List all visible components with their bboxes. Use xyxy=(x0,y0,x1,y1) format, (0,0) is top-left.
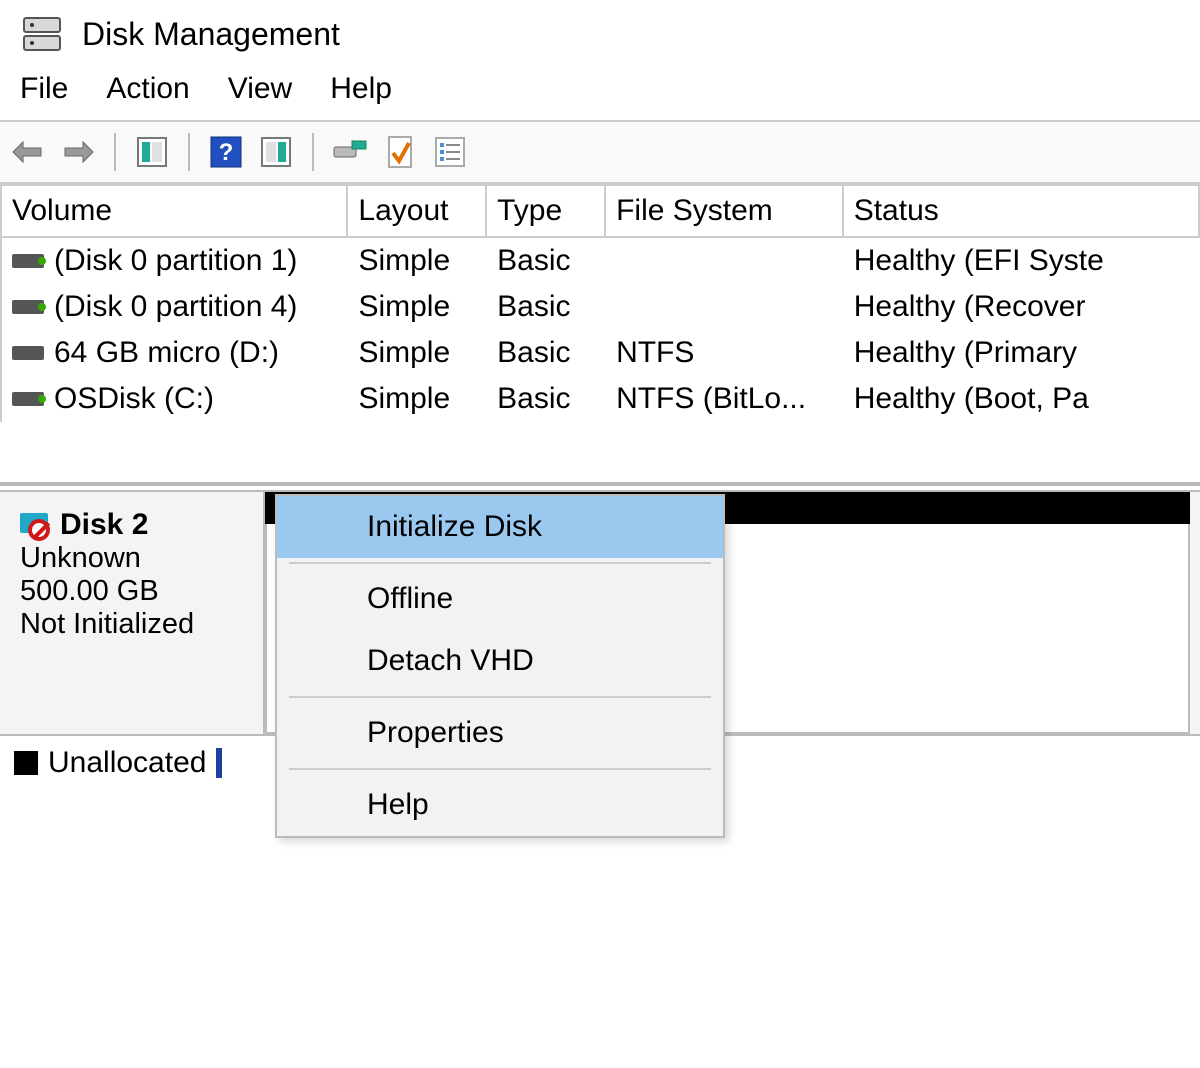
legend-swatch-unallocated xyxy=(14,751,38,775)
disk-name: Disk 2 xyxy=(60,508,148,542)
volume-fs: NTFS xyxy=(606,332,844,374)
volume-row[interactable]: (Disk 0 partition 1) SimpleBasic Healthy (… xyxy=(2,238,1200,284)
volume-type: Basic xyxy=(487,378,606,420)
menu-offline[interactable]: Offline xyxy=(277,568,723,630)
menu-separator xyxy=(289,768,711,770)
disk-state: Not Initialized xyxy=(20,608,253,641)
volume-type: Basic xyxy=(487,286,606,328)
volume-icon xyxy=(12,254,44,268)
show-hide-console-tree-icon[interactable] xyxy=(132,132,172,172)
volume-status: Healthy (Recover xyxy=(844,286,1200,328)
column-headers: Volume Layout Type File System Status xyxy=(2,186,1200,238)
title-bar: Disk Management xyxy=(0,0,1200,64)
menu-action[interactable]: Action xyxy=(106,72,189,106)
legend-swatch-primary xyxy=(216,748,222,778)
menu-detach-vhd[interactable]: Detach VHD xyxy=(277,630,723,692)
column-status[interactable]: Status xyxy=(844,186,1200,238)
menu-view[interactable]: View xyxy=(228,72,292,106)
volume-icon xyxy=(12,346,44,360)
legend-label-unallocated: Unallocated xyxy=(48,746,206,780)
menu-file[interactable]: File xyxy=(20,72,68,106)
menu-separator xyxy=(289,562,711,564)
volume-icon xyxy=(12,300,44,314)
volume-status: Healthy (Boot, Pa xyxy=(844,378,1200,420)
menu-separator xyxy=(289,696,711,698)
forward-button[interactable] xyxy=(58,132,98,172)
menu-properties[interactable]: Properties xyxy=(277,702,723,764)
menu-help[interactable]: Help xyxy=(277,774,723,836)
disk-size: 500.00 GB xyxy=(20,575,253,608)
volume-fs xyxy=(606,286,844,328)
window-title: Disk Management xyxy=(82,16,340,53)
menu-help[interactable]: Help xyxy=(330,72,392,106)
rescan-disks-icon[interactable] xyxy=(380,132,420,172)
volume-fs: NTFS (BitLo... xyxy=(606,378,844,420)
column-volume[interactable]: Volume xyxy=(2,186,348,238)
volume-row[interactable]: (Disk 0 partition 4) SimpleBasic Healthy (… xyxy=(2,284,1200,330)
disk-panel[interactable]: Disk 2 Unknown 500.00 GB Not Initialized… xyxy=(0,490,1200,734)
refresh-icon[interactable] xyxy=(330,132,370,172)
volume-icon xyxy=(12,392,44,406)
volume-layout: Simple xyxy=(348,286,487,328)
toolbar-separator xyxy=(114,133,116,171)
volume-type: Basic xyxy=(487,240,606,282)
volume-name: (Disk 0 partition 4) xyxy=(54,290,297,324)
volume-layout: Simple xyxy=(348,378,487,420)
back-button[interactable] xyxy=(8,132,48,172)
disk-graphic-pane: Disk 2 Unknown 500.00 GB Not Initialized… xyxy=(0,482,1200,790)
volume-name: (Disk 0 partition 1) xyxy=(54,244,297,278)
volume-name: 64 GB micro (D:) xyxy=(54,336,279,370)
volume-layout: Simple xyxy=(348,240,487,282)
volume-list: Volume Layout Type File System Status (D… xyxy=(0,184,1200,422)
disk-not-initialized-icon xyxy=(20,513,54,537)
toolbar-separator xyxy=(312,133,314,171)
toolbar: ? xyxy=(0,120,1200,184)
menu-initialize-disk[interactable]: Initialize Disk xyxy=(277,496,723,558)
column-type[interactable]: Type xyxy=(487,186,606,238)
toolbar-separator xyxy=(188,133,190,171)
disk-kind: Unknown xyxy=(20,542,253,575)
menu-bar: File Action View Help xyxy=(0,64,1200,120)
svg-text:?: ? xyxy=(219,139,234,166)
volume-type: Basic xyxy=(487,332,606,374)
volume-layout: Simple xyxy=(348,332,487,374)
show-hide-action-pane-icon[interactable] xyxy=(256,132,296,172)
volume-status: Healthy (EFI Syste xyxy=(844,240,1200,282)
list-view-icon[interactable] xyxy=(430,132,470,172)
disk-header[interactable]: Disk 2 Unknown 500.00 GB Not Initialized xyxy=(0,492,265,734)
volume-name: OSDisk (C:) xyxy=(54,382,214,416)
disk-management-icon xyxy=(20,12,64,56)
column-layout[interactable]: Layout xyxy=(348,186,487,238)
help-icon[interactable]: ? xyxy=(206,132,246,172)
volume-fs xyxy=(606,240,844,282)
volume-row[interactable]: OSDisk (C:) SimpleBasicNTFS (BitLo...Heal… xyxy=(2,376,1200,422)
column-file-system[interactable]: File System xyxy=(606,186,844,238)
volume-status: Healthy (Primary xyxy=(844,332,1200,374)
volume-row[interactable]: 64 GB micro (D:) SimpleBasicNTFSHealthy (… xyxy=(2,330,1200,376)
disk-context-menu: Initialize Disk Offline Detach VHD Prope… xyxy=(275,494,725,838)
